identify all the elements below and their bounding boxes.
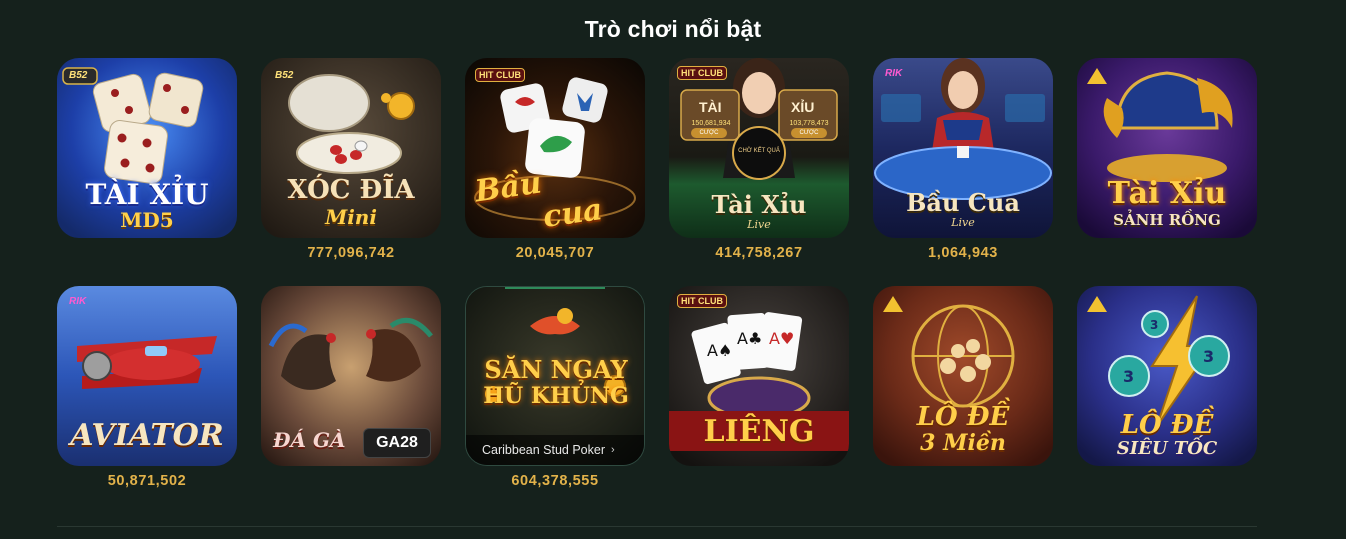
jackpot-amount: 414,758,267 xyxy=(715,245,803,261)
game-title: AVIATOR xyxy=(70,418,224,453)
xiu-label: XỈU xyxy=(791,99,815,115)
svg-text:3: 3 xyxy=(1203,347,1214,366)
game-title: Tài Xỉu xyxy=(1107,176,1227,211)
game-card-tai-xiu-live[interactable]: HIT CLUB TÀI XỈU 150,681,934 103,778,473… xyxy=(669,58,849,238)
xiu-bet-label: CƯỢC xyxy=(799,130,819,136)
game-title: Tài Xỉu xyxy=(711,190,807,219)
game-card-lo-de-3-mien[interactable]: LÔ ĐỀ 3 Miền xyxy=(873,286,1053,466)
section-divider xyxy=(57,526,1257,527)
game-card-tai-xiu-md5[interactable]: B52 TÀI XỈU MD5 xyxy=(57,58,237,238)
game-card-bau-cua-live[interactable]: RIK Bầu Cua Live xyxy=(873,58,1053,238)
game-card-aviator[interactable]: RIK AVIATOR xyxy=(57,286,237,466)
game-subtitle: Live xyxy=(951,216,975,229)
promo-caption-text: Caribbean Stud Poker xyxy=(482,443,605,457)
svg-text:A♠: A♠ xyxy=(707,341,732,360)
xiu-amount: 103,778,473 xyxy=(789,120,829,127)
jackpot-amount: 50,871,502 xyxy=(107,473,187,489)
svg-text:A♥: A♥ xyxy=(769,329,794,348)
brand-logo-icon xyxy=(883,296,903,312)
result-wait-label: CHỜ KẾT QUẢ xyxy=(738,148,780,154)
game-title: XÓC ĐĨA xyxy=(287,175,415,205)
brand-badge: RIK xyxy=(885,68,903,79)
game-card-tai-xiu-sanh-rong[interactable]: Tài Xỉu SẢNH RỒNG xyxy=(1077,58,1257,238)
promo-caption-link[interactable]: Caribbean Stud Poker › xyxy=(466,435,644,465)
game-card-lo-de-sieu-toc[interactable]: 3 3 3 LÔ ĐỀ SIÊU TỐC xyxy=(1077,286,1257,466)
brand-badge: RIK xyxy=(69,296,87,307)
game-subtitle: SIÊU TỐC xyxy=(1116,438,1218,459)
game-subtitle: 3 Miền xyxy=(920,430,1006,456)
chevron-right-icon: › xyxy=(611,444,615,456)
game-subtitle: MD5 xyxy=(120,208,174,232)
tai-label: TÀI xyxy=(699,99,722,115)
brand-logo-icon xyxy=(1087,296,1107,312)
game-subtitle: Mini xyxy=(325,205,377,229)
jackpot-amount: 1,064,943 xyxy=(928,245,998,261)
svg-text:3: 3 xyxy=(1150,318,1158,332)
tai-amount: 150,681,934 xyxy=(691,120,731,127)
game-title: Bầu Cua xyxy=(906,188,1020,217)
jackpot-amount: 777,096,742 xyxy=(307,245,395,261)
game-card-lieng[interactable]: A♠ A♣ A♥ HIT CLUB LIÊNG xyxy=(669,286,849,466)
game-title: LÔ ĐỀ xyxy=(1120,410,1214,440)
game-title: LIÊNG xyxy=(703,414,815,449)
page-title: Trò chơi nổi bật xyxy=(584,16,762,42)
game-title: ĐÁ GÀ xyxy=(273,428,346,452)
game-card-xoc-dia-mini[interactable]: B52 XÓC ĐĨA Mini xyxy=(261,58,441,238)
brand-badge: HIT CLUB xyxy=(677,66,727,80)
tai-bet-label: CƯỢC xyxy=(699,130,719,136)
game-title: TÀI XỈU xyxy=(85,178,209,211)
svg-text:A♣: A♣ xyxy=(737,329,762,348)
provider-badge: GA28 xyxy=(363,428,431,458)
svg-text:3: 3 xyxy=(1123,367,1134,386)
brand-badge: HIT CLUB xyxy=(677,294,727,308)
jackpot-amount: 20,045,707 xyxy=(515,245,595,261)
brand-logo-icon xyxy=(1087,68,1107,84)
brand-badge: B52 xyxy=(69,70,88,81)
brand-badge: B52 xyxy=(275,70,294,81)
promo-title: SĂN NGAY xyxy=(484,355,628,384)
brand-badge: HIT CLUB xyxy=(475,68,525,82)
jackpot-amount: 604,378,555 xyxy=(511,473,599,489)
game-card-caribbean-stud-poker[interactable]: SĂN NGAY HŨ KHỦNG Caribbean Stud Poker › xyxy=(465,286,645,466)
game-card-da-ga[interactable]: ĐÁ GÀ GA28 xyxy=(261,286,441,466)
promo-subtitle: HŨ KHỦNG xyxy=(483,383,629,409)
game-subtitle: Live xyxy=(747,218,771,231)
game-title: LÔ ĐỀ xyxy=(916,402,1010,432)
game-card-bau-cua[interactable]: HIT CLUB Bầu cua xyxy=(465,58,645,238)
game-subtitle: SẢNH RỒNG xyxy=(1113,211,1221,229)
